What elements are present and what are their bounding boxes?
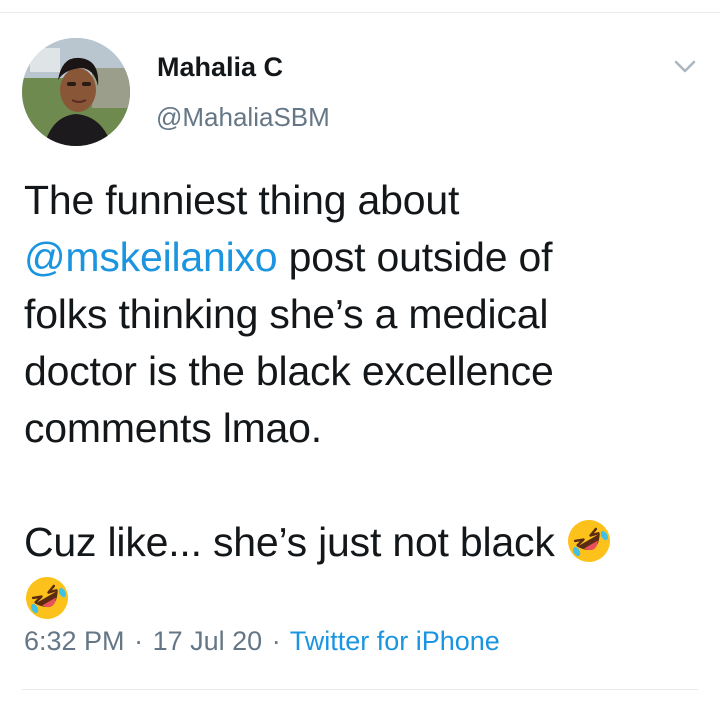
tweet-line xyxy=(24,571,684,628)
tweet-line: The funniest thing about xyxy=(24,172,684,229)
tweet-text-segment: doctor is the black excellence xyxy=(24,348,554,394)
tweet-line: Cuz like... she’s just not black xyxy=(24,514,684,571)
tweet-text-segment: comments lmao. xyxy=(24,405,322,451)
tweet-meta: 6:32 PM · 17 Jul 20 · Twitter for iPhone xyxy=(24,626,500,657)
tweet-time[interactable]: 6:32 PM xyxy=(24,626,125,656)
tweet-text-segment: folks thinking she’s a medical xyxy=(24,291,549,337)
chevron-down-icon[interactable] xyxy=(672,55,698,77)
rofl-emoji-icon xyxy=(24,575,70,621)
top-divider xyxy=(0,12,720,13)
tweet-text: The funniest thing about @mskeilanixo po… xyxy=(24,172,684,628)
tweet-date[interactable]: 17 Jul 20 xyxy=(153,626,263,656)
tweet-line: doctor is the black excellence xyxy=(24,343,684,400)
bottom-divider xyxy=(22,689,698,690)
tweet-text-segment: The funniest thing about xyxy=(24,177,460,223)
tweet-line: @mskeilanixo post outside of xyxy=(24,229,684,286)
meta-separator: · xyxy=(134,626,144,656)
mention-link[interactable]: @mskeilanixo xyxy=(24,234,278,280)
tweet-text-segment: Cuz like... she’s just not black xyxy=(24,519,566,565)
tweet-text-segment: post outside of xyxy=(277,234,553,280)
display-name[interactable]: Mahalia C xyxy=(157,52,283,83)
rofl-emoji-icon xyxy=(566,518,612,564)
avatar[interactable] xyxy=(22,38,130,146)
avatar-photo xyxy=(22,38,130,146)
tweet-line: folks thinking she’s a medical xyxy=(24,286,684,343)
tweet-source-link[interactable]: Twitter for iPhone xyxy=(290,626,500,656)
user-handle[interactable]: @MahaliaSBM xyxy=(156,102,330,133)
meta-separator: · xyxy=(271,626,281,656)
tweet-line: comments lmao. xyxy=(24,400,684,457)
